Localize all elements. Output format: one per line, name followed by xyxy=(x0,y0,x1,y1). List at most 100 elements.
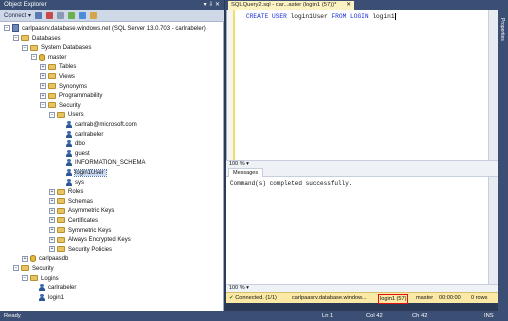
tree-node[interactable]: − Security xyxy=(13,264,54,274)
tree-node-label: Security xyxy=(59,102,81,109)
connect-icon[interactable] xyxy=(35,12,43,19)
connect-button[interactable]: Connect ▾ xyxy=(4,12,31,19)
tree-node[interactable]: − master xyxy=(31,53,66,63)
chevron-down-icon[interactable]: ▾ xyxy=(245,285,249,291)
collapse-icon[interactable]: − xyxy=(40,102,46,109)
tree-node[interactable]: guest xyxy=(58,149,90,159)
object-explorer-tree[interactable]: − carlpaasrv.database.windows.net (SQL Se… xyxy=(0,22,224,311)
tree-node[interactable]: − Security xyxy=(40,101,81,111)
database-name: master xyxy=(416,295,434,301)
expand-icon[interactable]: + xyxy=(40,63,46,70)
folder-icon xyxy=(48,92,56,99)
tree-node-label: Asymmetric Keys xyxy=(68,208,115,215)
disconnect-icon[interactable] xyxy=(46,12,54,19)
tree-node[interactable]: login1 xyxy=(31,293,64,303)
collapse-icon[interactable]: − xyxy=(49,111,55,118)
tree-node[interactable]: sys xyxy=(58,178,84,188)
expand-icon[interactable]: + xyxy=(49,188,55,195)
expand-icon[interactable]: + xyxy=(22,255,28,262)
messages-label: Messages xyxy=(233,170,259,176)
collapse-icon[interactable]: − xyxy=(22,275,28,282)
keyword-login: LOGIN xyxy=(350,13,369,21)
collapse-icon[interactable]: − xyxy=(13,265,19,272)
tree-node[interactable]: + Symmetric Keys xyxy=(49,226,111,236)
results-vertical-scrollbar[interactable] xyxy=(488,177,498,284)
properties-side-panel[interactable]: Properties xyxy=(498,10,508,311)
tree-node[interactable]: carlrabeler xyxy=(58,130,103,140)
tree-node[interactable]: + Tables xyxy=(40,62,76,72)
user-icon xyxy=(66,178,72,186)
expand-icon[interactable]: + xyxy=(40,92,46,99)
folder-icon xyxy=(57,246,65,253)
editor-gutter xyxy=(227,10,235,160)
tree-node[interactable]: carlrab@microsoft.com xyxy=(58,120,137,130)
folder-icon xyxy=(57,227,65,234)
messages-pane[interactable]: Command(s) completed successfully. xyxy=(226,177,488,284)
tree-node[interactable]: + Synonyms xyxy=(40,82,87,92)
editor-zoom-level[interactable]: 100 % xyxy=(229,161,245,167)
user-icon xyxy=(66,140,72,148)
sql-code-line[interactable]: CREATE USER login1User FROM LOGIN login1 xyxy=(246,13,396,20)
editor-vertical-scrollbar[interactable] xyxy=(488,10,498,160)
ready-status: Ready xyxy=(4,313,21,319)
collapse-icon[interactable]: − xyxy=(31,54,37,61)
results-zoom-level[interactable]: 100 % xyxy=(229,285,245,291)
text-caret xyxy=(394,13,396,20)
tree-node[interactable]: + Roles xyxy=(49,187,83,197)
tree-node[interactable]: carlrabeler xyxy=(31,283,76,293)
keyword-create: CREATE xyxy=(246,13,269,21)
tree-node[interactable]: + Security Policies xyxy=(49,245,112,255)
tree-node[interactable]: dbo xyxy=(58,139,85,149)
chevron-down-icon[interactable]: ▾ xyxy=(245,161,249,167)
expand-icon[interactable]: + xyxy=(40,83,46,90)
folder-icon xyxy=(48,63,56,70)
activity-monitor-icon[interactable] xyxy=(90,12,98,19)
filter-icon[interactable] xyxy=(68,12,76,19)
tree-node[interactable]: + Schemas xyxy=(49,197,93,207)
stop-icon[interactable] xyxy=(57,12,65,19)
properties-label[interactable]: Properties xyxy=(499,18,505,41)
tree-node-label: Tables xyxy=(59,64,77,71)
expand-icon[interactable]: + xyxy=(40,73,46,80)
tree-node[interactable]: − carlpaasrv.database.windows.net (SQL Se… xyxy=(4,24,206,34)
expand-icon[interactable]: + xyxy=(49,198,55,205)
collapse-icon[interactable]: − xyxy=(13,35,19,42)
tree-node[interactable]: − Logins xyxy=(22,274,59,284)
expand-icon[interactable]: + xyxy=(49,217,55,224)
collapse-icon[interactable]: − xyxy=(22,44,28,51)
login-name: login1 (57) xyxy=(378,294,409,304)
tree-node[interactable]: login1User xyxy=(58,168,107,178)
login-icon xyxy=(39,284,45,292)
tree-node[interactable]: + carlpaasdb xyxy=(22,254,68,264)
tree-node[interactable]: INFORMATION_SCHEMA xyxy=(58,158,146,168)
tree-node[interactable]: + Views xyxy=(40,72,75,82)
query-status-bar: ✔ Connected. (1/1) carlpaasrv.database.w… xyxy=(226,292,498,304)
tree-node[interactable]: − Databases xyxy=(13,34,61,44)
folder-icon xyxy=(30,275,38,282)
tree-node-label: Security xyxy=(32,266,54,272)
collapse-icon[interactable]: − xyxy=(4,25,10,32)
tree-node[interactable]: − Users xyxy=(49,110,84,120)
identifier-login: login1 xyxy=(372,13,395,21)
expand-icon[interactable]: + xyxy=(49,246,55,253)
refresh-icon[interactable] xyxy=(79,12,87,19)
tab-sqlquery2[interactable]: SQLQuery2.sql - car...aster (login1 (57)… xyxy=(228,1,354,10)
results-zoom[interactable]: 100 % ▾ xyxy=(226,284,498,292)
tree-node[interactable]: + Programmability xyxy=(40,91,102,101)
connected-icon: ✔ xyxy=(229,295,234,301)
tab-messages[interactable]: Messages xyxy=(228,168,264,177)
query-editor[interactable]: CREATE USER login1User FROM LOGIN login1 xyxy=(226,10,488,160)
tree-node-label: INFORMATION_SCHEMA xyxy=(75,160,146,167)
expand-icon[interactable]: + xyxy=(49,227,55,234)
expand-icon[interactable]: + xyxy=(49,236,55,243)
tree-node[interactable]: − System Databases xyxy=(22,43,91,53)
expand-icon[interactable]: + xyxy=(49,207,55,214)
close-tab-icon[interactable]: ✕ xyxy=(346,1,351,10)
pane-controls[interactable]: ▾ ⇩ ✕ xyxy=(204,0,220,10)
editor-zoom[interactable]: 100 % ▾ xyxy=(226,160,498,168)
tree-node[interactable]: + Asymmetric Keys xyxy=(49,206,114,216)
folder-icon xyxy=(48,73,56,80)
folder-icon xyxy=(57,236,65,243)
tree-node[interactable]: + Certificates xyxy=(49,216,98,226)
tree-node[interactable]: + Always Encrypted Keys xyxy=(49,235,131,245)
